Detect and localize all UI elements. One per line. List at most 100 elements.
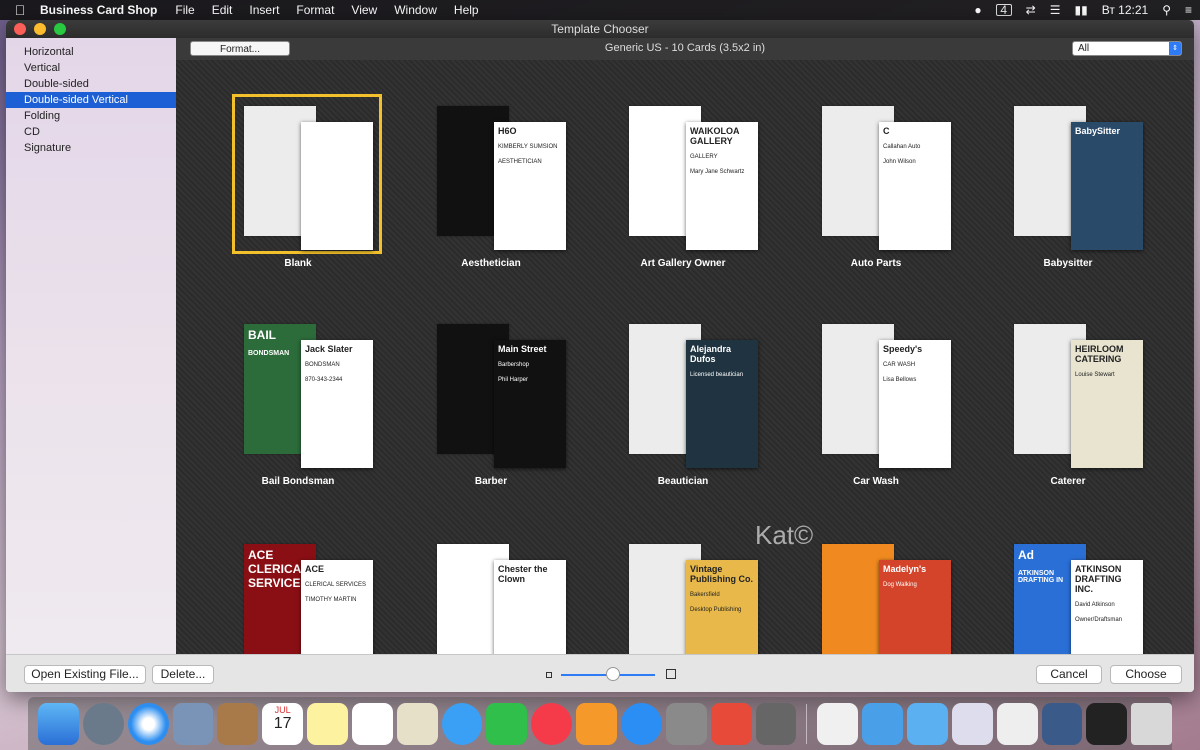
preview-icon[interactable] — [396, 702, 438, 745]
screenshot-stack-icon[interactable] — [996, 702, 1038, 745]
notes-icon[interactable] — [307, 702, 348, 745]
sidebar-item-cd[interactable]: CD — [6, 124, 176, 140]
contacts-icon[interactable] — [217, 702, 259, 745]
reminders-icon[interactable] — [351, 702, 393, 745]
menu-window[interactable]: Window — [394, 3, 437, 17]
card-front-text: Jack Slater — [305, 344, 353, 354]
system-preferences-icon[interactable] — [665, 702, 707, 745]
menu-format[interactable]: Format — [296, 3, 334, 17]
zoom-window-button[interactable] — [54, 23, 66, 35]
folder-icon[interactable] — [862, 702, 903, 745]
template-thumbnail[interactable]: WAIKOLOA GALLERY GALLERY Mary Jane Schwart… — [621, 98, 763, 250]
sync-icon[interactable]: ⇄ — [1026, 3, 1036, 17]
template-thumbnail[interactable]: Main Street Barbershop Phil Harper — [429, 316, 571, 468]
sidebar-item-folding[interactable]: Folding — [6, 108, 176, 124]
card-front-text: Main Street — [498, 344, 547, 354]
template-thumbnail[interactable]: HEIRLOOM CATERING Louise Stewart — [1006, 316, 1148, 468]
apple-menu-icon[interactable]:  — [0, 2, 40, 18]
template-thumbnail[interactable] — [232, 94, 382, 254]
zoom-slider-knob[interactable] — [605, 667, 620, 681]
app-menu[interactable]: Business Card Shop — [40, 3, 157, 17]
open-existing-file-button[interactable]: Open Existing File... — [24, 665, 146, 684]
template-tile[interactable]: Madelyn's Dog Walking — [796, 518, 956, 654]
wifi-icon[interactable]: ☰ — [1050, 3, 1061, 17]
template-label: Caterer — [1050, 476, 1086, 487]
card-preview-icon[interactable] — [1041, 702, 1083, 745]
menu-view[interactable]: View — [351, 3, 377, 17]
ibooks-icon[interactable] — [576, 702, 617, 745]
template-thumbnail[interactable]: BAIL BONDSMAN Jack Slater BONDSMAN 870-343-2… — [236, 316, 378, 468]
template-thumbnail[interactable]: Ad ATKINSON DRAFTING IN ATKINSON DRAFTING … — [1006, 536, 1148, 654]
template-tile[interactable]: C Callahan Auto John Wilson Auto Parts — [796, 80, 956, 280]
filter-select[interactable]: All ⇕ — [1072, 41, 1182, 56]
applications-folder-icon[interactable] — [907, 702, 948, 745]
choose-button[interactable]: Choose — [1110, 665, 1182, 684]
finder-icon[interactable] — [38, 702, 79, 745]
delete-button[interactable]: Delete... — [152, 665, 214, 684]
safari-icon[interactable] — [127, 702, 169, 745]
template-thumbnail[interactable]: BabySitter — [1006, 98, 1148, 250]
app-store-icon[interactable] — [620, 702, 662, 745]
menu-help[interactable]: Help — [454, 3, 479, 17]
template-tile[interactable]: BabySitter Babysitter — [988, 80, 1148, 280]
clock[interactable]: Вт 12:21 — [1102, 3, 1148, 17]
messages-icon[interactable] — [441, 702, 483, 745]
card-front-subtext2: Owner/Draftsman — [1075, 617, 1123, 623]
template-thumbnail[interactable]: Speedy's CAR WASH Lisa Bellows — [814, 316, 956, 468]
template-thumbnail[interactable]: Vintage Publishing Co. Bakersfield Desktop… — [621, 536, 763, 654]
incognito-icon[interactable]: ● — [974, 3, 981, 17]
template-tile[interactable]: WAIKOLOA GALLERY GALLERY Mary Jane Schwart… — [603, 80, 763, 280]
sidebar-item-double-sided-vertical[interactable]: Double-sided Vertical — [6, 92, 176, 108]
card-front-subtext2: Mary Jane Schwartz — [690, 169, 745, 175]
spotlight-search-icon[interactable]: ⚲ — [1162, 3, 1171, 17]
zoom-in-icon[interactable] — [666, 669, 676, 679]
launchpad-icon[interactable] — [82, 702, 124, 745]
template-tile[interactable]: Vintage Publishing Co. Bakersfield Desktop… — [603, 518, 763, 654]
menu-edit[interactable]: Edit — [212, 3, 233, 17]
mail-icon[interactable] — [172, 702, 214, 745]
sidebar-item-signature[interactable]: Signature — [6, 140, 176, 156]
card-front: ACE CLERICAL SERVICES TIMOTHY MARTIN — [301, 560, 373, 654]
close-window-button[interactable] — [14, 23, 26, 35]
notification-center-icon[interactable]: ≡ — [1185, 3, 1192, 17]
bottom-bar: Open Existing File... Delete... Cancel C… — [6, 654, 1194, 692]
card-front-text: ACE — [305, 564, 325, 574]
template-tile[interactable]: Alejandra Dufos Licensed beautician Beauti… — [603, 298, 763, 498]
menu-insert[interactable]: Insert — [249, 3, 279, 17]
zoom-out-icon[interactable] — [546, 672, 552, 678]
menu-file[interactable]: File — [175, 3, 194, 17]
facetime-icon[interactable] — [486, 702, 528, 745]
calendar-icon[interactable]: JUL 17 — [262, 702, 304, 745]
template-thumbnail[interactable]: H6O KIMBERLY SUMSION AESTHETICIAN — [429, 98, 571, 250]
template-tile[interactable]: Main Street Barbershop Phil Harper Barber — [411, 298, 571, 498]
trash-icon[interactable] — [1131, 702, 1173, 745]
cancel-button[interactable]: Cancel — [1036, 665, 1102, 684]
desktop-preview-icon[interactable] — [1086, 702, 1128, 745]
template-tile[interactable]: Ad ATKINSON DRAFTING IN ATKINSON DRAFTING … — [988, 518, 1148, 654]
sidebar-item-double-sided[interactable]: Double-sided — [6, 76, 176, 92]
sidebar-item-horizontal[interactable]: Horizontal — [6, 44, 176, 60]
downloads-stack-icon[interactable] — [951, 702, 993, 745]
calendar-status-icon[interactable]: 4 — [995, 4, 1012, 16]
template-tile[interactable]: ACE CLERICAL SERVICES ACE CLERICAL SERVICE… — [218, 518, 378, 654]
template-tile[interactable]: Speedy's CAR WASH Lisa Bellows Car Wash — [796, 298, 956, 498]
template-tile[interactable]: H6O KIMBERLY SUMSION AESTHETICIAN Aesthetic… — [411, 80, 571, 280]
document-icon[interactable] — [817, 702, 859, 745]
template-thumbnail[interactable]: ACE CLERICAL SERVICES ACE CLERICAL SERVICE… — [236, 536, 378, 654]
sidebar-item-vertical[interactable]: Vertical — [6, 60, 176, 76]
template-tile[interactable]: Blank — [218, 80, 382, 280]
template-thumbnail[interactable]: Chester Chester the Clown — [429, 536, 571, 654]
minimize-window-button[interactable] — [34, 23, 46, 35]
chevron-updown-icon: ⇕ — [1169, 42, 1181, 55]
template-tile[interactable]: HEIRLOOM CATERING Louise Stewart Caterer — [988, 298, 1148, 498]
template-thumbnail[interactable]: C Callahan Auto John Wilson — [814, 98, 956, 250]
pen-tool-icon[interactable] — [755, 702, 797, 745]
business-card-shop-icon[interactable] — [710, 702, 752, 745]
template-tile[interactable]: BAIL BONDSMAN Jack Slater BONDSMAN 870-343-2… — [218, 298, 378, 498]
itunes-icon[interactable] — [531, 702, 573, 745]
template-tile[interactable]: Chester Chester the Clown — [411, 518, 571, 654]
template-thumbnail[interactable]: Madelyn's Dog Walking — [814, 536, 956, 654]
battery-icon[interactable]: ▮▮ — [1075, 3, 1088, 17]
template-thumbnail[interactable]: Alejandra Dufos Licensed beautician — [621, 316, 763, 468]
card-front-text: ATKINSON DRAFTING INC. — [1075, 564, 1122, 594]
